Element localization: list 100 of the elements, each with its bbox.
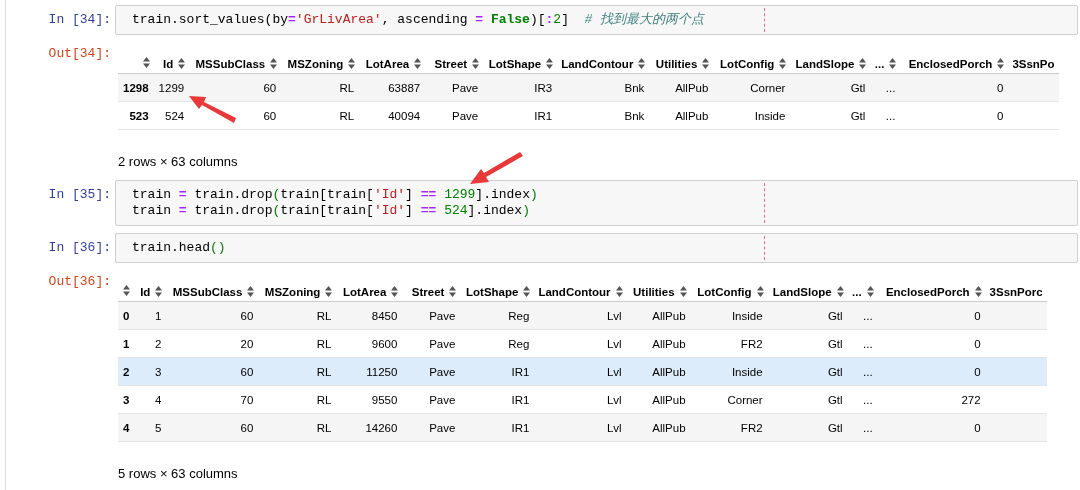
sort-icon[interactable] xyxy=(123,285,131,296)
code-input[interactable]: train = train.drop(train[train['Id'] == 1299].index) train = train.drop(train[train['Id'] == 524].index) xyxy=(115,180,1078,226)
table-cell: Bnk xyxy=(557,101,650,130)
table-cell: 60 xyxy=(166,413,259,442)
table-row[interactable]: 2 3 60 RL 11250 Pave IR1 Lvl AllPub Inside Gtl ... 0 xyxy=(118,357,1047,386)
table-cell: RL xyxy=(281,101,360,130)
table-cell: 8450 xyxy=(336,301,403,330)
table-row[interactable]: 0 1 60 RL 8450 Pave Reg Lvl AllPub Inside Gtl ... 0 xyxy=(118,301,1047,330)
row-index: 1298 xyxy=(118,73,154,102)
sort-icon[interactable] xyxy=(391,286,399,297)
table-cell: AllPub xyxy=(649,101,714,130)
table-cell: 11250 xyxy=(336,357,403,386)
table-cell: 1299 xyxy=(153,73,190,102)
column-header: LotShape xyxy=(466,285,519,298)
sort-icon[interactable] xyxy=(974,286,982,297)
sort-icon[interactable] xyxy=(859,58,867,69)
table-cell: RL xyxy=(281,73,360,102)
arrow xyxy=(189,96,236,123)
code-input[interactable]: train.sort_values(by='GrLivArea', ascending = False)[:2] # 找到最大的两个点 xyxy=(115,5,1078,35)
sort-icon[interactable] xyxy=(638,58,646,69)
column-header: LotArea xyxy=(342,285,387,298)
sort-icon[interactable] xyxy=(325,286,333,297)
sort-icon[interactable] xyxy=(414,58,422,69)
table-cell: 4 xyxy=(134,385,167,414)
table-row[interactable]: 4 5 60 RL 14260 Pave IR1 Lvl AllPub FR2 Gtl ... 0 xyxy=(118,413,1047,442)
table-cell: FR2 xyxy=(690,413,768,442)
row-index: 0 xyxy=(118,301,135,330)
sort-icon[interactable] xyxy=(679,286,687,297)
table-cell: AllPub xyxy=(649,73,714,102)
column-header: Street xyxy=(411,285,445,298)
column-header: MSZoning xyxy=(264,285,321,298)
code-line: train.sort_values(by='GrLivArea', ascending = False)[:2] # 找到最大的两个点 xyxy=(132,12,705,28)
table-cell: AllPub xyxy=(626,329,691,358)
row-index: 3 xyxy=(118,385,135,414)
table-row[interactable]: 3 4 70 RL 9550 Pave IR1 Lvl AllPub Corner Gtl ... 272 xyxy=(118,385,1047,414)
row-index: 2 xyxy=(118,357,135,386)
table-cell: Gtl xyxy=(790,73,871,102)
table-cell: Inside xyxy=(713,101,791,130)
sort-icon[interactable] xyxy=(702,58,710,69)
table-cell: 5 xyxy=(134,413,167,442)
table-cell: 524 xyxy=(153,101,190,130)
column-header: LotConfig xyxy=(697,285,752,298)
column-header: LandSlope xyxy=(772,285,832,298)
table-cell: Pave xyxy=(402,301,461,330)
table-cell: Bnk xyxy=(557,73,650,102)
table-cell: AllPub xyxy=(626,413,691,442)
table-row[interactable]: 1 2 20 RL 9600 Pave Reg Lvl AllPub FR2 Gtl ... 0 xyxy=(118,329,1047,358)
table-cell: 63887 xyxy=(359,73,426,102)
output-prompt: Out[36]: xyxy=(47,273,112,289)
sort-icon[interactable] xyxy=(523,286,531,297)
table-cell: IR3 xyxy=(483,73,558,102)
table-shape-note: 5 rows × 63 columns xyxy=(118,466,238,481)
sort-icon[interactable] xyxy=(866,286,874,297)
sort-icon[interactable] xyxy=(615,286,623,297)
column-header: 3SsnPo xyxy=(1012,57,1055,70)
table-cell: Gtl xyxy=(790,101,871,130)
sort-icon[interactable] xyxy=(779,58,787,69)
table-cell: Gtl xyxy=(767,301,848,330)
sort-icon[interactable] xyxy=(836,286,844,297)
row-index: 4 xyxy=(118,413,135,442)
column-header: LandSlope xyxy=(795,57,855,70)
table-cell: 9550 xyxy=(336,385,403,414)
sort-icon[interactable] xyxy=(178,58,186,69)
table-cell: Lvl xyxy=(534,357,627,386)
table-cell: RL xyxy=(258,301,337,330)
column-header: 3SsnPorc xyxy=(989,285,1043,298)
table-cell: AllPub xyxy=(626,385,691,414)
column-header: Id xyxy=(140,285,151,298)
sort-icon[interactable] xyxy=(889,58,897,69)
sort-icon[interactable] xyxy=(247,286,255,297)
row-index: 1 xyxy=(118,329,135,358)
sort-icon[interactable] xyxy=(270,58,278,69)
table-cell: 14260 xyxy=(336,413,403,442)
code-input[interactable]: train.head() xyxy=(115,233,1078,263)
sort-icon[interactable] xyxy=(155,286,163,297)
column-header: Utilities xyxy=(633,285,675,298)
sort-icon[interactable] xyxy=(348,58,356,69)
sort-icon[interactable] xyxy=(472,58,480,69)
table-cell: 0 xyxy=(877,301,986,330)
table-shape-note: 2 rows × 63 columns xyxy=(118,154,238,169)
sort-icon[interactable] xyxy=(546,58,554,69)
table-cell: FR2 xyxy=(690,329,768,358)
table-cell: RL xyxy=(258,413,337,442)
column-header: EnclosedPorch xyxy=(885,285,970,298)
input-prompt: In [34]: xyxy=(47,11,112,27)
sort-icon[interactable] xyxy=(449,286,457,297)
table-cell: ... xyxy=(870,101,901,130)
sort-icon[interactable] xyxy=(997,58,1005,69)
table-cell: 0 xyxy=(900,101,1009,130)
sort-icon[interactable] xyxy=(142,57,150,68)
arrow xyxy=(470,152,523,184)
table-cell: IR1 xyxy=(460,385,535,414)
table-row[interactable]: 1298 1299 60 RL 63887 Pave IR3 Bnk AllPub Corner Gtl ... 0 xyxy=(118,73,1059,102)
table-cell: 60 xyxy=(166,357,259,386)
table-cell: RL xyxy=(258,385,337,414)
table-cell: 40094 xyxy=(359,101,426,130)
table-cell: Lvl xyxy=(534,385,627,414)
column-header: Street xyxy=(434,57,468,70)
column-header: Id xyxy=(162,57,174,70)
sort-icon[interactable] xyxy=(756,286,764,297)
